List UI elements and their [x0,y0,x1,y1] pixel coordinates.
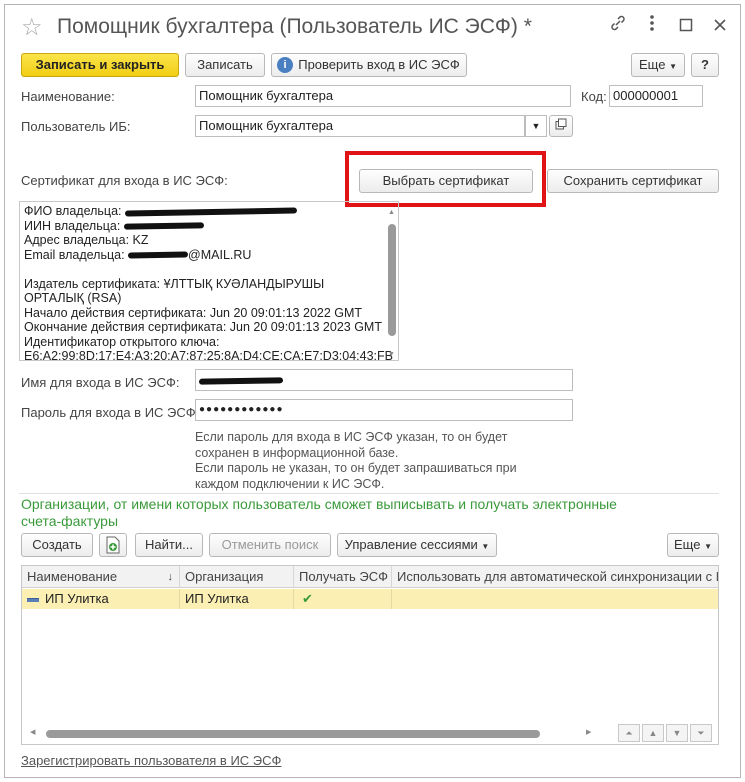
cert-valid-to: Окончание действия сертификата: Jun 20 0… [24,320,382,334]
org-more-label: Еще [674,537,701,552]
star-icon[interactable]: ☆ [21,13,43,42]
cert-valid-from: Начало действия сертификата: Jun 20 09:0… [24,305,363,320]
cert-key-id-value: E6:A2:99:8D:17:E4:A3:20:A7:87:25:8A:D4:C… [24,349,393,361]
ib-user-dropdown-icon[interactable]: ▼ [525,115,547,137]
scrollbar-thumb[interactable] [388,224,396,336]
row-organization-cell: ИП Улитка [180,589,294,609]
row-autosync-cell[interactable] [392,589,718,609]
password-field[interactable]: ●●●●●●●●●●●● [195,399,573,421]
name-label: Наименование: [21,89,115,104]
password-label: Пароль для входа в ИС ЭСФ: [21,405,200,420]
redaction-mark [198,376,284,385]
sort-down-icon: ↓ [167,571,174,583]
save-and-close-button[interactable]: Записать и закрыть [21,53,179,77]
save-certificate-button[interactable]: Сохранить сертификат [547,169,719,193]
ib-user-field[interactable]: Помощник бухгалтера [195,115,525,137]
item-icon [27,597,39,602]
redaction-mark [124,207,298,217]
session-management-label: Управление сессиями [344,537,478,552]
horizontal-scrollbar[interactable]: ◀ ▶ [30,728,600,738]
section-divider [19,493,719,494]
cert-owner-iin: ИИН владельца: [24,219,394,234]
vertical-scrollbar[interactable]: ▲ ▼ [388,206,396,358]
scroll-right-icon[interactable]: ▶ [586,728,591,736]
session-management-button[interactable]: Управление сессиями ▼ [337,533,497,557]
more-icon[interactable] [639,13,665,39]
move-top-icon[interactable]: ⏶ [618,724,640,742]
scroll-up-icon[interactable]: ▲ [388,206,395,221]
organizations-table[interactable]: Наименование ↓ Организация Получать ЭСФ … [21,565,719,745]
move-down-icon[interactable]: ▼ [666,724,688,742]
maximize-icon[interactable] [673,13,699,39]
cert-owner-fio: ФИО владельца: [24,204,394,219]
form-window: ☆ Помощник бухгалтера (Пользователь ИС Э… [4,4,741,778]
column-header-name[interactable]: Наименование ↓ [22,566,180,588]
code-label: Код: [581,89,607,104]
move-up-icon[interactable]: ▲ [642,724,664,742]
check-login-button[interactable]: i Проверить вход в ИС ЭСФ [271,53,467,77]
username-label: Имя для входа в ИС ЭСФ: [21,375,180,390]
scrollbar-thumb[interactable] [46,730,540,738]
column-header-organization[interactable]: Организация [180,566,294,588]
more-label: Еще [639,57,666,72]
move-bottom-icon[interactable]: ⏷ [690,724,712,742]
cert-key-id-label: Идентификатор открытого ключа: [24,334,220,349]
column-header-receive[interactable]: Получать ЭСФ [294,566,392,588]
create-button[interactable]: Создать [21,533,93,557]
more-button[interactable]: Еще ▼ [631,53,685,77]
redaction-mark [127,251,189,259]
password-hint: Если пароль для входа в ИС ЭСФ указан, т… [195,430,555,492]
name-field[interactable]: Помощник бухгалтера [195,85,571,107]
password-hint-prompt: Если пароль не указан, то он будет запра… [195,461,517,491]
dropdown-arrow-icon: ▼ [481,542,490,551]
password-hint-saved: Если пароль для входа в ИС ЭСФ указан, т… [195,430,508,460]
certificate-info-box[interactable]: ФИО владельца: ИИН владельца: Адрес влад… [19,201,399,361]
highlight-frame [345,151,546,207]
scroll-left-icon[interactable]: ◀ [30,728,35,736]
dropdown-arrow-icon: ▼ [669,62,677,71]
cert-owner-email: Email владельца: @MAIL.RU [24,247,252,262]
cert-owner-address: Адрес владельца: KZ [24,233,149,247]
cert-label: Сертификат для входа в ИС ЭСФ: [21,173,228,188]
code-field[interactable]: 000000001 [609,85,703,107]
link-icon[interactable] [605,13,631,39]
org-more-button[interactable]: Еще ▼ [667,533,719,557]
cancel-search-button[interactable]: Отменить поиск [209,533,331,557]
username-field[interactable] [195,369,573,391]
table-header: Наименование ↓ Организация Получать ЭСФ … [22,566,718,588]
row-name-cell: ИП Улитка [22,589,180,609]
dropdown-arrow-icon: ▼ [704,542,712,551]
info-icon: i [277,57,293,73]
cert-issuer: Издатель сертификата: ҰЛТТЫҚ КУӘЛАНДЫРУШ… [24,276,325,291]
title-bar: ☆ Помощник бухгалтера (Пользователь ИС Э… [5,5,740,49]
save-button[interactable]: Записать [185,53,265,77]
cert-issuer-cont: ОРТАЛЫҚ (RSA) [24,291,122,305]
help-button[interactable]: ? [691,53,719,77]
column-header-autosync[interactable]: Использовать для автоматической синхрони… [392,566,718,588]
scroll-down-icon[interactable]: ▼ [388,348,395,360]
check-login-label: Проверить вход в ИС ЭСФ [298,57,460,72]
register-user-link[interactable]: Зарегистрировать пользователя в ИС ЭСФ [21,753,281,768]
window-title: Помощник бухгалтера (Пользователь ИС ЭСФ… [57,15,532,38]
table-row[interactable]: ИП Улитка ИП Улитка ✔ [22,589,718,609]
close-icon[interactable] [707,13,733,39]
checkmark-icon[interactable]: ✔ [294,589,392,609]
open-icon[interactable] [549,115,573,137]
add-copy-icon[interactable] [99,533,127,557]
redaction-mark [123,222,204,230]
ib-user-label: Пользователь ИБ: [21,119,131,134]
organizations-heading: Организации, от имени которых пользовате… [21,496,617,529]
find-button[interactable]: Найти... [135,533,203,557]
